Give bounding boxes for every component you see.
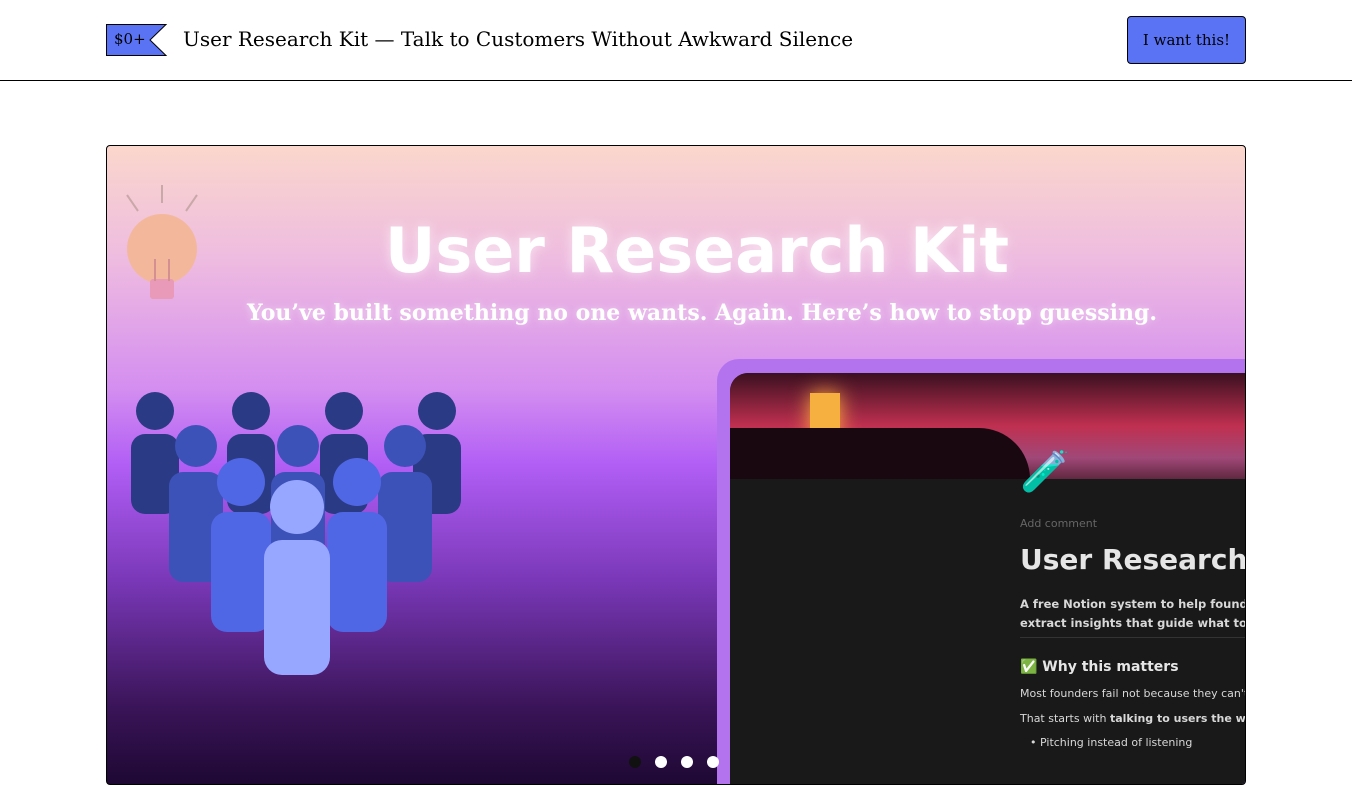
description-line: A free Notion system to help founders t	[1020, 597, 1245, 611]
divider	[1020, 637, 1245, 638]
notion-page-title: User Research Kit	[1020, 543, 1246, 576]
hero-title: User Research Kit	[384, 214, 1010, 287]
notion-preview: 🧪 Add comment User Research Kit A free N…	[730, 373, 1246, 784]
text: That starts with	[1020, 712, 1110, 725]
notion-paragraph: That starts with talking to users the wr…	[1020, 712, 1246, 725]
test-tube-icon: 🧪	[1020, 449, 1070, 495]
carousel-dots	[629, 756, 719, 768]
price-label: $0+	[114, 30, 146, 48]
bold-text: talking to users the wrong	[1109, 712, 1246, 725]
notion-description: A free Notion system to help founders t …	[1020, 595, 1246, 633]
price-badge: $0+	[106, 24, 168, 56]
bullet-text: Pitching instead of listening	[1040, 736, 1193, 749]
notion-heading: ✅ Why this matters	[1020, 659, 1179, 675]
description-line: extract insights that guide what to buil…	[1020, 616, 1246, 630]
notion-bullet: • Pitching instead of listening	[1030, 736, 1193, 749]
carousel-dot[interactable]	[655, 756, 667, 768]
hero-subtitle: You’ve built something no one wants. Aga…	[246, 300, 1158, 326]
add-comment: Add comment	[1020, 517, 1098, 530]
product-cover-carousel[interactable]: User Research Kit You’ve built something…	[106, 145, 1246, 785]
cover-image	[730, 373, 1245, 479]
product-title: User Research Kit — Talk to Customers Wi…	[183, 27, 854, 51]
buy-button[interactable]: I want this!	[1127, 16, 1246, 64]
people-group-icon	[131, 392, 461, 675]
carousel-dot[interactable]	[707, 756, 719, 768]
header: $0+ User Research Kit — Talk to Customer…	[0, 0, 1352, 81]
carousel-dot[interactable]	[629, 756, 641, 768]
carousel-dot[interactable]	[681, 756, 693, 768]
notion-paragraph: Most founders fail not because they can'…	[1020, 687, 1246, 700]
